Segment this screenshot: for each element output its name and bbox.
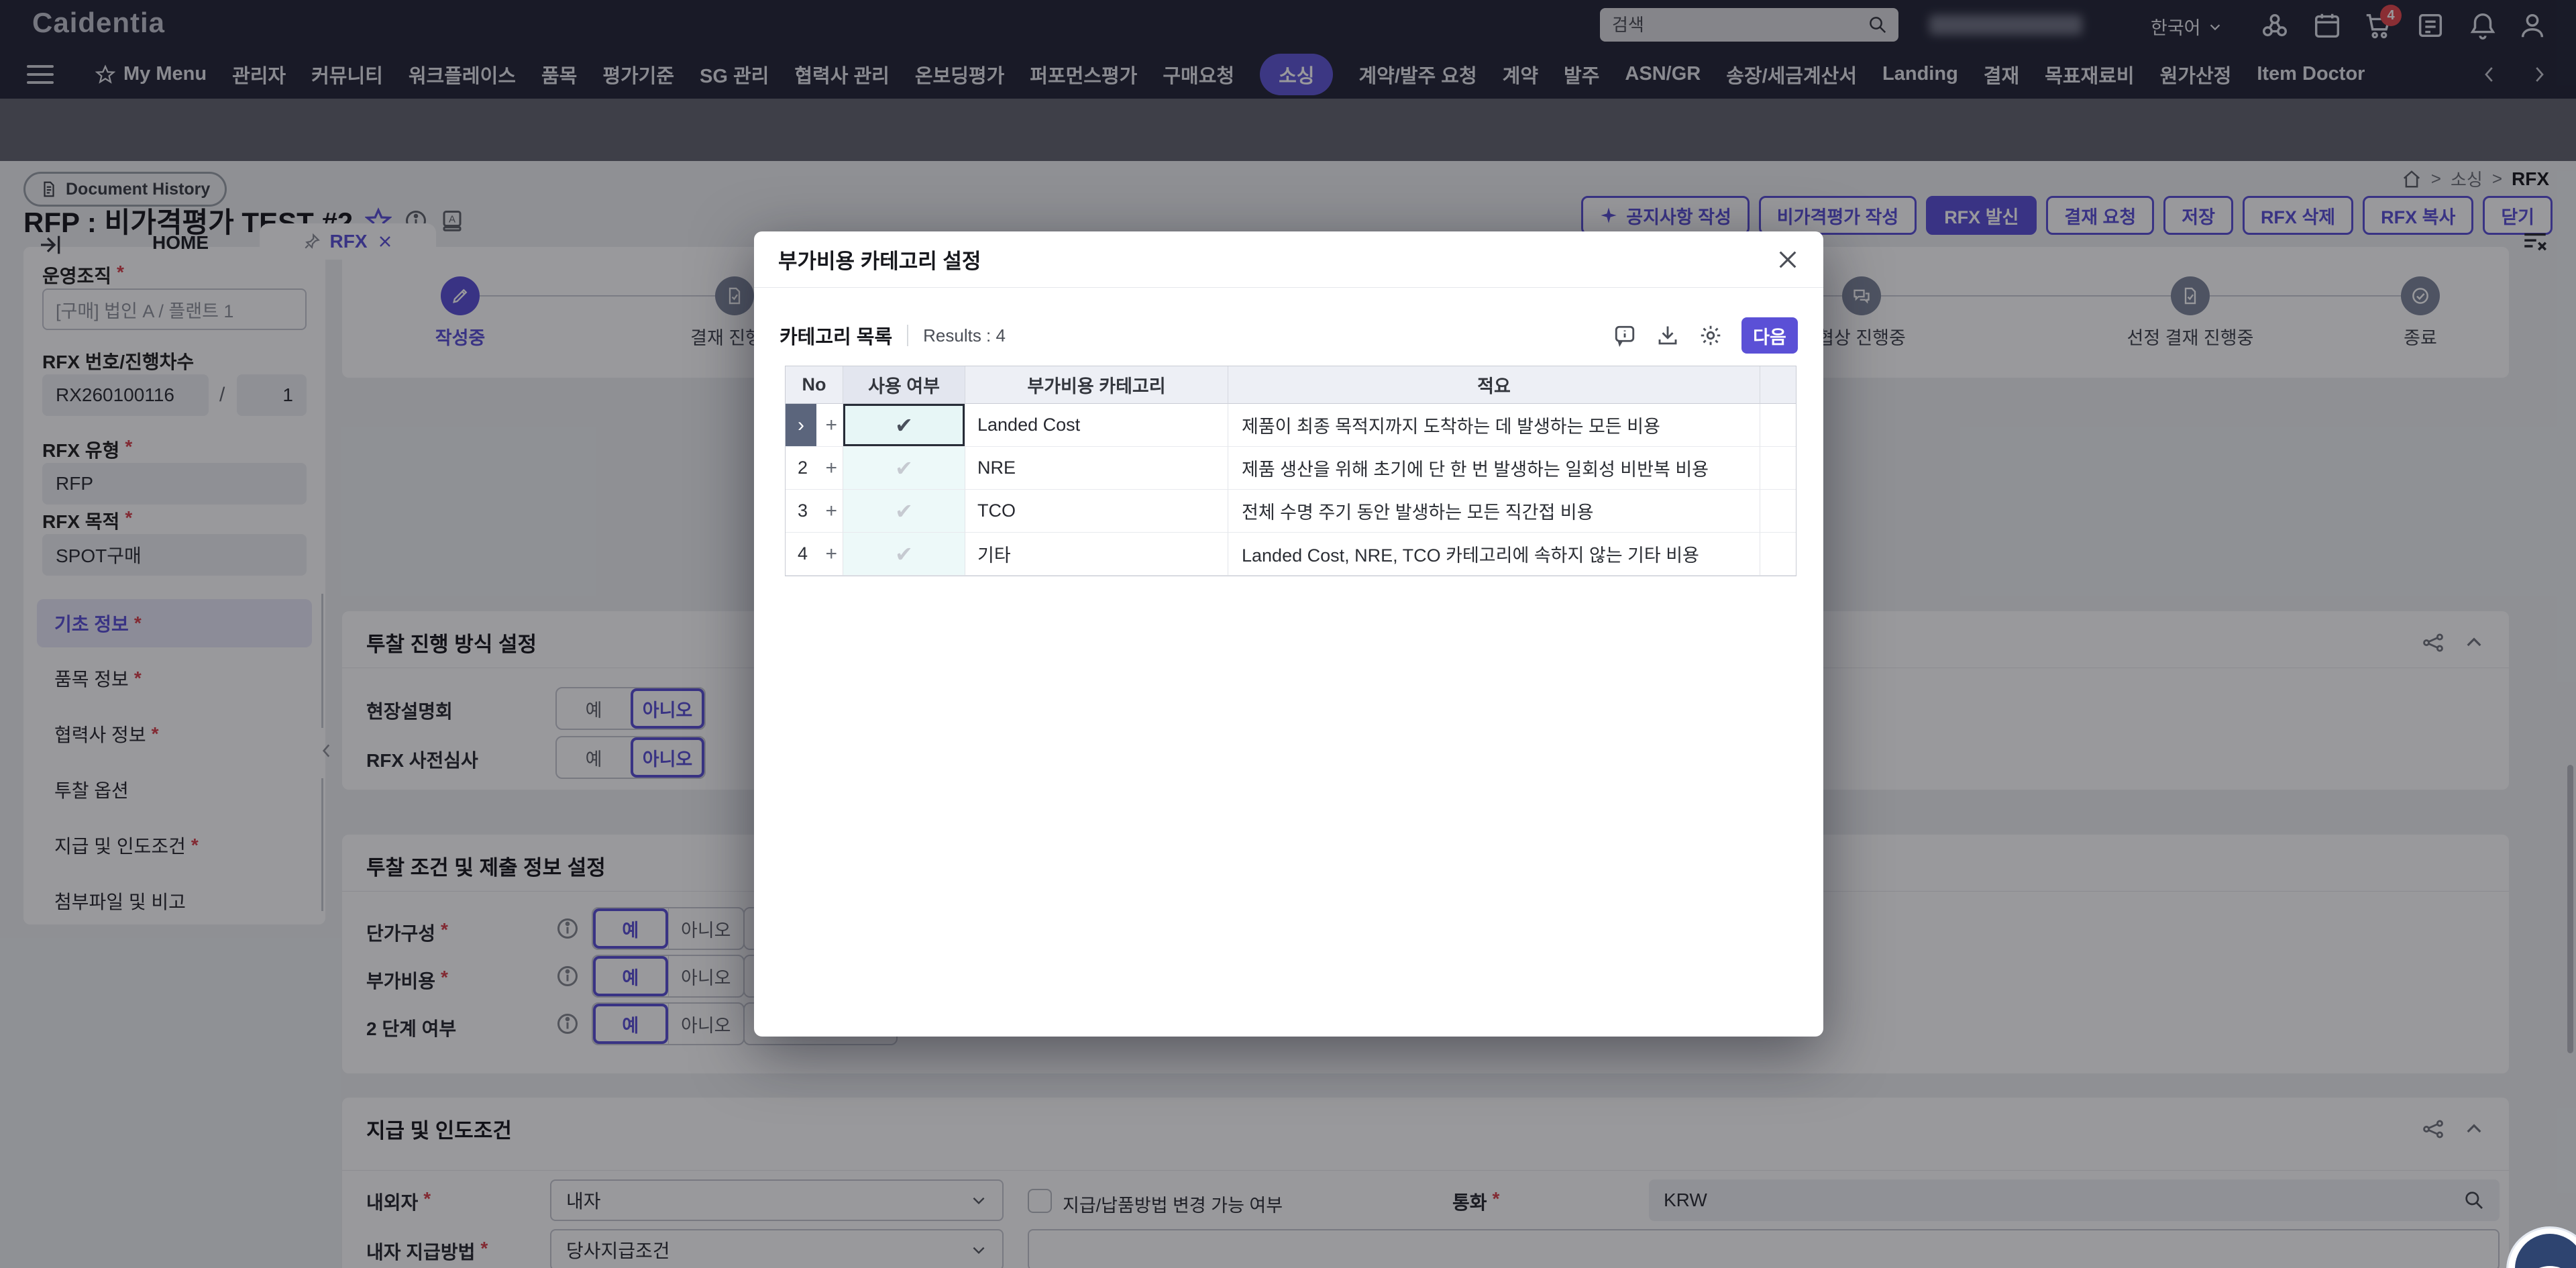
use-checkbox[interactable]: ✔: [843, 447, 965, 490]
row-select-chevron[interactable]: ›: [786, 404, 816, 446]
modal-header: 부가비용 카테고리 설정: [754, 231, 1823, 288]
row-no-cell[interactable]: 2 +: [786, 447, 843, 490]
use-checkbox[interactable]: ✔: [843, 490, 965, 533]
col-header-use[interactable]: 사용 여부: [843, 366, 965, 404]
desc-cell[interactable]: Landed Cost, NRE, TCO 카테고리에 속하지 않는 기타 비용: [1228, 533, 1760, 576]
list-title: 카테고리 목록: [780, 321, 892, 350]
col-header-desc[interactable]: 적요: [1228, 366, 1760, 404]
col-header-no[interactable]: No: [786, 366, 843, 404]
row-no-cell[interactable]: › +: [786, 404, 843, 447]
expand-row-icon[interactable]: +: [825, 500, 837, 523]
category-cell[interactable]: 기타: [965, 533, 1228, 576]
gear-icon[interactable]: [1699, 323, 1723, 348]
row-no-cell[interactable]: 3 +: [786, 490, 843, 533]
blank-cell: [1760, 533, 1796, 576]
modal-title: 부가비용 카테고리 설정: [778, 244, 981, 274]
use-checkbox-checked[interactable]: ✔: [843, 404, 965, 447]
expand-row-icon[interactable]: +: [825, 543, 837, 566]
results-count: Results : 4: [923, 325, 1006, 346]
next-button[interactable]: 다음: [1741, 317, 1798, 354]
extra-cost-category-modal: 부가비용 카테고리 설정 카테고리 목록 Results : 4 다음 No 사…: [754, 231, 1823, 1037]
category-cell[interactable]: TCO: [965, 490, 1228, 533]
tooltip-info-icon[interactable]: [1613, 323, 1637, 348]
use-checkbox[interactable]: ✔: [843, 533, 965, 576]
category-table: No 사용 여부 부가비용 카테고리 적요 › + ✔ Landed Cost …: [785, 366, 1796, 576]
expand-row-icon[interactable]: +: [825, 457, 837, 480]
row-number: 2: [798, 458, 808, 478]
download-icon[interactable]: [1656, 323, 1680, 348]
desc-cell[interactable]: 전체 수명 주기 동안 발생하는 모든 직간접 비용: [1228, 490, 1760, 533]
blank-cell: [1760, 490, 1796, 533]
app-root: Caidentia 한국어 4: [0, 0, 2576, 1268]
row-number: 4: [798, 543, 808, 564]
category-cell[interactable]: NRE: [965, 447, 1228, 490]
expand-row-icon[interactable]: +: [825, 414, 837, 437]
close-icon[interactable]: [1776, 248, 1799, 271]
list-toolbar: 카테고리 목록 Results : 4 다음: [780, 316, 1798, 355]
col-header-category[interactable]: 부가비용 카테고리: [965, 366, 1228, 404]
desc-cell[interactable]: 제품이 최종 목적지까지 도착하는 데 발생하는 모든 비용: [1228, 404, 1760, 447]
category-cell[interactable]: Landed Cost: [965, 404, 1228, 447]
blank-cell: [1760, 447, 1796, 490]
divider: [907, 325, 908, 346]
mascot-graphic: [2515, 1234, 2576, 1268]
row-number: 3: [798, 500, 808, 521]
blank-cell: [1760, 404, 1796, 447]
desc-cell[interactable]: 제품 생산을 위해 초기에 단 한 번 발생하는 일회성 비반복 비용: [1228, 447, 1760, 490]
row-no-cell[interactable]: 4 +: [786, 533, 843, 576]
col-header-blank: [1760, 366, 1796, 404]
